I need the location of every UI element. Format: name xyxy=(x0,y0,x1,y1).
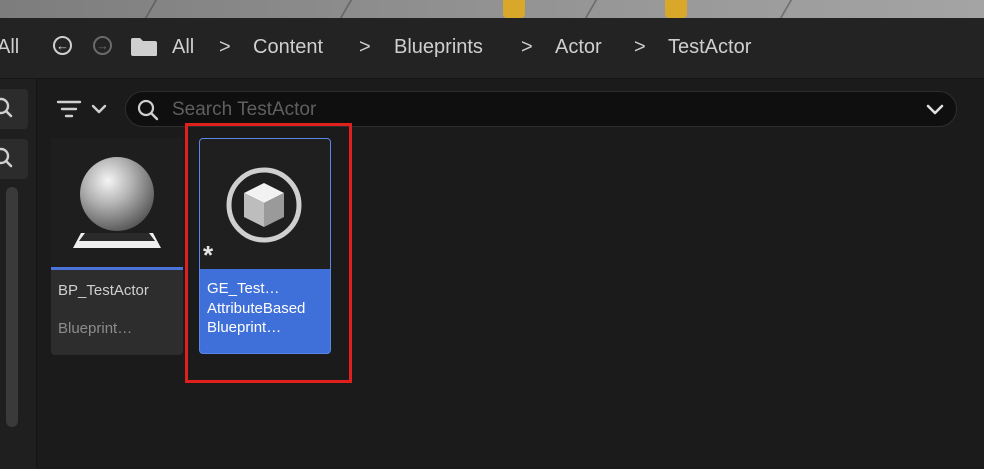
viewport-yellow-object xyxy=(665,0,687,18)
search-icon xyxy=(0,97,13,118)
breadcrumb-separator[interactable]: > xyxy=(521,35,533,59)
breadcrumb: All ← → All > Content > Blueprints > Act… xyxy=(0,18,984,79)
viewport-grid-line xyxy=(339,0,353,18)
asset-type: Blueprint… xyxy=(58,320,133,337)
viewport-grid-line xyxy=(144,0,158,18)
asset-type-color-bar xyxy=(51,267,183,270)
breadcrumb-item-actor[interactable]: Actor xyxy=(555,35,602,59)
asset-tile-bp-testactor[interactable]: BP_TestActor Blueprint… xyxy=(51,138,183,355)
search-bar[interactable] xyxy=(125,91,957,127)
breadcrumb-separator[interactable]: > xyxy=(634,35,646,59)
asset-view: BP_TestActor Blueprint… * GE_Test… Attri… xyxy=(37,79,984,469)
viewport-grid-line xyxy=(779,0,793,18)
sources-all-button[interactable]: All xyxy=(0,35,19,59)
search-sources-button[interactable] xyxy=(0,89,28,129)
viewport-strip xyxy=(0,0,984,18)
breadcrumb-separator[interactable]: > xyxy=(219,35,231,59)
breadcrumb-item-blueprints[interactable]: Blueprints xyxy=(394,35,483,59)
search-icon xyxy=(0,147,13,168)
back-arrow-icon[interactable]: ← xyxy=(53,36,72,55)
search-collections-button[interactable] xyxy=(0,139,28,179)
annotation-highlight-box xyxy=(185,123,352,383)
filter-button[interactable] xyxy=(55,93,113,125)
asset-name: BP_TestActor xyxy=(58,282,149,299)
folder-icon xyxy=(131,38,157,56)
breadcrumb-item-testactor[interactable]: TestActor xyxy=(668,35,751,59)
viewport-yellow-object xyxy=(503,0,525,18)
breadcrumb-item-all[interactable]: All xyxy=(172,35,194,59)
breadcrumb-separator[interactable]: > xyxy=(359,35,371,59)
search-input[interactable] xyxy=(170,96,914,124)
asset-thumbnail xyxy=(51,138,183,267)
chevron-down-icon[interactable] xyxy=(924,100,946,120)
search-icon xyxy=(137,99,159,121)
breadcrumb-item-content[interactable]: Content xyxy=(253,35,323,59)
viewport-grid-line xyxy=(584,0,598,18)
forward-arrow-icon[interactable]: → xyxy=(93,36,112,55)
sources-panel xyxy=(0,79,37,469)
sources-scrollbar[interactable] xyxy=(6,187,18,427)
sphere-icon xyxy=(73,157,161,248)
